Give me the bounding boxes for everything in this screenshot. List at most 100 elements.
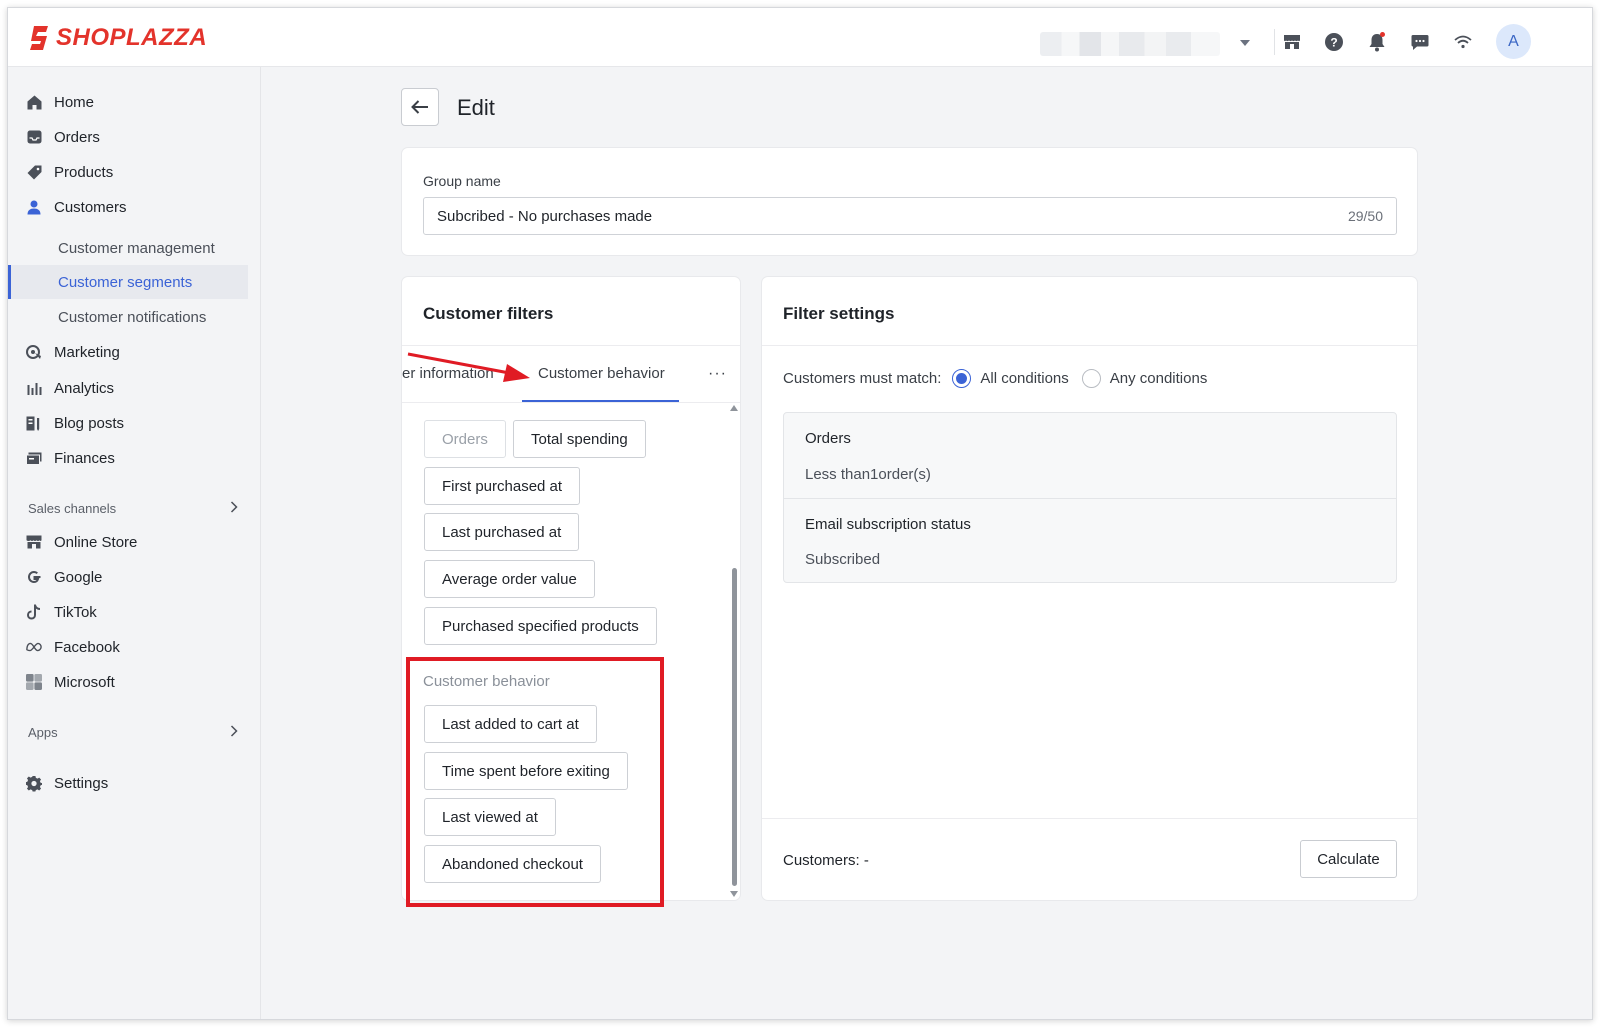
sidebar-item-label: Orders bbox=[54, 128, 100, 146]
sidebar-item-blog-posts[interactable]: Blog posts bbox=[26, 408, 248, 438]
sidebar-item-facebook[interactable]: Facebook bbox=[26, 632, 248, 662]
customer-filters-title: Customer filters bbox=[423, 304, 554, 323]
sidebar-sub-customer-segments[interactable]: Customer segments bbox=[8, 265, 248, 299]
radio-any-conditions[interactable] bbox=[1081, 369, 1101, 388]
svg-text:?: ? bbox=[1330, 36, 1337, 50]
customers-count: Customers: - bbox=[783, 852, 869, 869]
sidebar-item-google[interactable]: Google bbox=[26, 562, 248, 592]
active-indicator bbox=[8, 265, 11, 299]
sidebar-sub-customer-notifications[interactable]: Customer notifications bbox=[58, 300, 248, 334]
bell-icon[interactable] bbox=[1365, 30, 1389, 54]
sidebar-item-label: Microsoft bbox=[54, 673, 115, 691]
scrollbar[interactable] bbox=[729, 405, 738, 897]
customer-filters-card: Customer filters er information Customer… bbox=[402, 277, 740, 900]
filter-settings-title: Filter settings bbox=[783, 304, 895, 323]
sidebar-item-finances[interactable]: Finances bbox=[26, 443, 248, 473]
filter-chip-purchased-specified-products[interactable]: Purchased specified products bbox=[424, 607, 657, 645]
sidebar-sub-customer-management[interactable]: Customer management bbox=[58, 231, 248, 265]
finance-icon bbox=[26, 450, 42, 466]
filter-chip-average-order-value[interactable]: Average order value bbox=[424, 560, 595, 598]
filter-chip-last-viewed-at[interactable]: Last viewed at bbox=[424, 798, 556, 836]
sidebar-item-orders[interactable]: Orders bbox=[26, 122, 248, 152]
sidebar-item-label: Home bbox=[54, 93, 95, 111]
filter-chip-total-spending[interactable]: Total spending bbox=[513, 420, 646, 458]
radio-any-conditions-label[interactable]: Any conditions bbox=[1110, 370, 1208, 387]
sidebar-item-label: Products bbox=[54, 163, 114, 181]
filter-settings-card: Filter settings Customers must match: Al… bbox=[762, 277, 1417, 900]
scroll-up-icon[interactable] bbox=[730, 405, 738, 411]
sidebar-item-customers[interactable]: Customers bbox=[26, 192, 248, 222]
google-icon bbox=[26, 569, 42, 585]
filter-chip-first-purchased-at[interactable]: First purchased at bbox=[424, 467, 581, 505]
chevron-right-icon[interactable] bbox=[230, 724, 238, 742]
divider bbox=[784, 498, 1396, 499]
inbox-icon bbox=[26, 129, 42, 145]
match-row: Customers must match: All conditions Any… bbox=[783, 369, 1207, 388]
top-bar: SHOPLAZZA ? A bbox=[8, 8, 1592, 67]
marketing-icon bbox=[26, 344, 42, 360]
condition-value: Less than1order(s) bbox=[805, 466, 931, 483]
meta-icon bbox=[26, 639, 42, 655]
arrow-left-icon bbox=[411, 100, 428, 114]
page-title: Edit bbox=[457, 95, 495, 120]
wifi-icon[interactable] bbox=[1451, 30, 1475, 54]
filter-chip-orders[interactable]: Orders bbox=[424, 420, 506, 458]
filter-chip-time-spent-before-exiting[interactable]: Time spent before exiting bbox=[424, 752, 628, 790]
group-name-value: Subcribed - No purchases made bbox=[437, 207, 653, 225]
annotation-arrow bbox=[407, 352, 530, 382]
tiktok-icon bbox=[26, 604, 42, 620]
filter-tabs: er information Customer behavior ··· bbox=[402, 345, 740, 403]
calculate-button[interactable]: Calculate bbox=[1300, 840, 1397, 878]
sidebar-item-online-store[interactable]: Online Store bbox=[26, 527, 248, 557]
sidebar-item-label: Customers bbox=[54, 198, 127, 216]
sidebar-item-analytics[interactable]: Analytics bbox=[26, 373, 248, 403]
back-button[interactable] bbox=[401, 88, 439, 126]
sidebar-item-tiktok[interactable]: TikTok bbox=[26, 597, 248, 627]
scroll-down-icon[interactable] bbox=[730, 891, 738, 897]
customer-behavior-group-label: Customer behavior bbox=[423, 673, 550, 690]
sidebar-item-label: Finances bbox=[54, 449, 115, 467]
radio-all-conditions-label[interactable]: All conditions bbox=[980, 370, 1068, 387]
sidebar-item-label: Analytics bbox=[54, 379, 115, 397]
gear-icon bbox=[26, 775, 42, 791]
sidebar-item-label: Google bbox=[54, 568, 103, 586]
shoplazza-logo[interactable]: SHOPLAZZA bbox=[28, 24, 207, 52]
filter-chip-last-purchased-at[interactable]: Last purchased at bbox=[424, 513, 580, 551]
group-name-input[interactable]: Subcribed - No purchases made 29/50 bbox=[423, 197, 1397, 235]
sidebar-item-home[interactable]: Home bbox=[26, 87, 248, 117]
sales-channels-label: Sales channels bbox=[28, 501, 117, 516]
match-label: Customers must match: bbox=[783, 370, 942, 387]
store-selector[interactable] bbox=[1040, 32, 1220, 56]
sidebar-item-microsoft[interactable]: Microsoft bbox=[26, 667, 248, 697]
character-counter: 29/50 bbox=[1347, 208, 1383, 224]
radio-all-conditions[interactable] bbox=[952, 369, 972, 388]
store-icon[interactable] bbox=[1280, 30, 1304, 54]
condition-value: Subscribed bbox=[805, 551, 881, 568]
group-name-card: Group name Subcribed - No purchases made… bbox=[402, 148, 1417, 255]
chevron-right-icon[interactable] bbox=[230, 500, 238, 518]
app-window: SHOPLAZZA ? A Home Orders Products Custo… bbox=[7, 7, 1593, 1020]
apps-label: Apps bbox=[28, 725, 58, 740]
sidebar: Home Orders Products Customers Customer … bbox=[8, 67, 261, 1019]
scrollbar-thumb[interactable] bbox=[732, 568, 737, 886]
sidebar-item-label: Marketing bbox=[54, 343, 120, 361]
microsoft-icon bbox=[26, 674, 42, 690]
filter-chip-last-added-to-cart-at[interactable]: Last added to cart at bbox=[424, 705, 597, 743]
person-icon bbox=[26, 199, 42, 215]
sidebar-item-label: Online Store bbox=[54, 533, 138, 551]
divider bbox=[762, 345, 1417, 346]
sidebar-item-marketing[interactable]: Marketing bbox=[26, 337, 248, 367]
sidebar-item-label: Blog posts bbox=[54, 414, 125, 432]
chat-icon[interactable] bbox=[1408, 30, 1432, 54]
avatar[interactable]: A bbox=[1496, 24, 1531, 59]
logo-mark-icon bbox=[30, 26, 48, 50]
filter-chip-abandoned-checkout[interactable]: Abandoned checkout bbox=[424, 845, 601, 883]
sidebar-item-label: Facebook bbox=[54, 638, 120, 656]
logo-text: SHOPLAZZA bbox=[56, 24, 208, 51]
sidebar-item-settings[interactable]: Settings bbox=[26, 768, 248, 798]
help-icon[interactable]: ? bbox=[1322, 30, 1346, 54]
sidebar-item-products[interactable]: Products bbox=[26, 157, 248, 187]
chevron-down-icon[interactable] bbox=[1240, 40, 1250, 46]
store-icon bbox=[26, 534, 42, 550]
tag-icon bbox=[26, 164, 42, 180]
